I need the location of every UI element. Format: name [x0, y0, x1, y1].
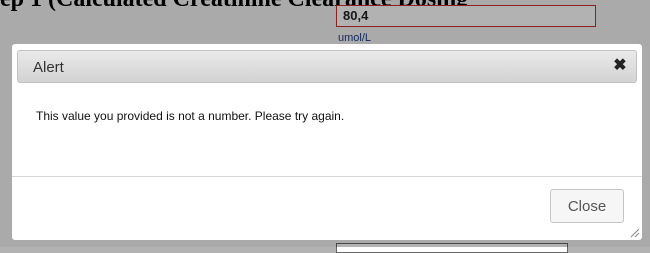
dialog-divider [12, 176, 642, 177]
close-button[interactable]: Close [550, 189, 624, 223]
alert-message: This value you provided is not a number.… [36, 109, 345, 123]
close-icon[interactable]: ✖ [611, 57, 629, 75]
alert-dialog: Alert ✖ This value you provided is not a… [11, 43, 643, 241]
resize-grip-icon[interactable] [630, 228, 640, 238]
dialog-titlebar[interactable]: Alert ✖ [17, 50, 637, 83]
dialog-title: Alert [33, 59, 64, 76]
